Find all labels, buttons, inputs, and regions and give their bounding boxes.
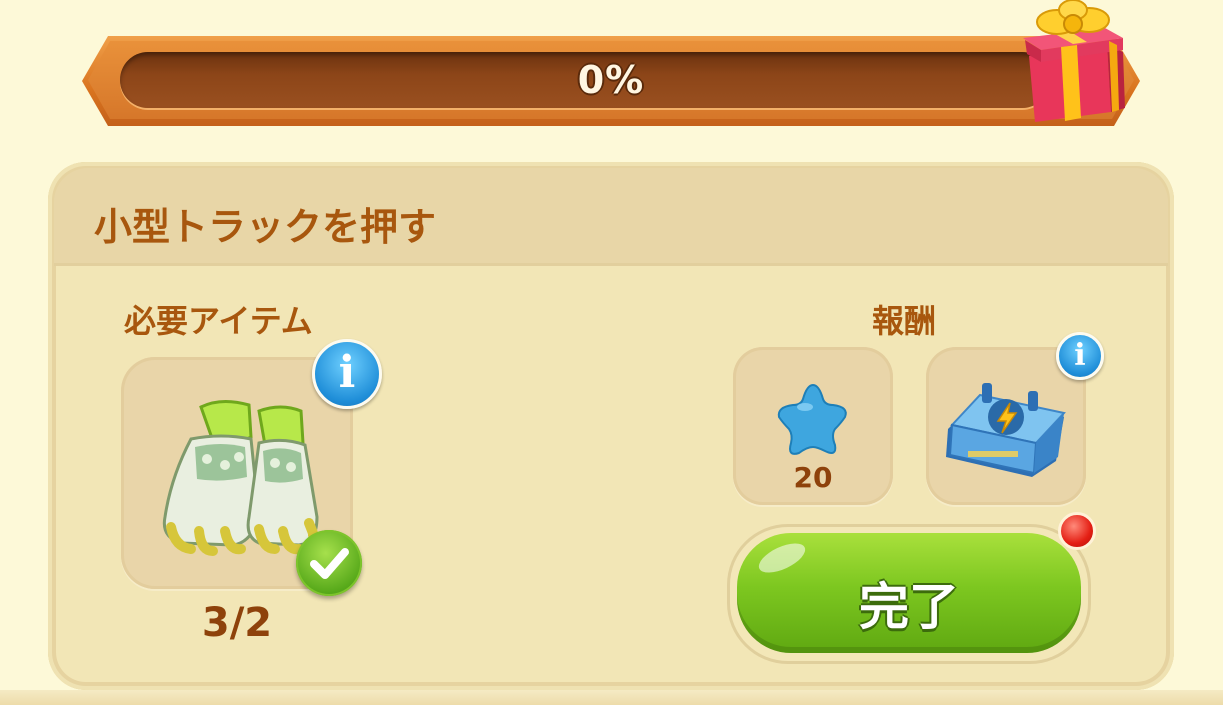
check-icon	[296, 530, 362, 596]
gift-box-icon[interactable]	[1015, 0, 1130, 125]
blue-star-icon	[777, 383, 847, 455]
reward-info-icon[interactable]: i	[1056, 332, 1104, 380]
task-title: 小型トラックを押す	[94, 205, 437, 249]
complete-button[interactable]: 完了	[730, 527, 1088, 661]
reward-slot-star[interactable]: 20	[733, 347, 893, 505]
reward-star-amount: 20	[793, 461, 833, 494]
complete-button-label: 完了	[859, 578, 959, 636]
required-item-count: 3/2	[201, 600, 273, 646]
reward-label: 報酬	[872, 302, 937, 340]
complete-button-face[interactable]: 完了	[737, 533, 1081, 653]
energy-toolbox-icon	[946, 383, 1066, 477]
notification-dot-icon	[1058, 512, 1096, 550]
progress-bar: 0%	[82, 36, 1140, 126]
required-items-label: 必要アイテム	[124, 302, 313, 340]
required-item-info-icon[interactable]: i	[312, 339, 382, 409]
bottom-strip	[0, 690, 1223, 705]
progress-percent: 0%	[577, 58, 645, 102]
